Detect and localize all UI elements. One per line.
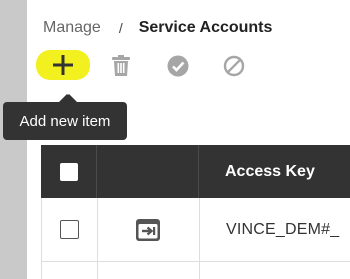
header-icon-cell [96,145,197,198]
breadcrumb-parent[interactable]: Manage [43,19,101,37]
add-item-tooltip: Add new item [3,102,127,140]
table-header: Access Key [41,145,350,198]
table-row[interactable]: VINCE_DEM#_ [41,198,350,262]
row-icon-cell [97,198,198,261]
row-select-cell [42,198,97,261]
trash-icon [112,55,130,76]
row-checkbox[interactable] [60,220,79,239]
row-access-key-cell: VINCE_DEM#_ [199,198,350,261]
service-account-icon[interactable] [135,218,161,242]
table-row[interactable] [41,262,350,279]
breadcrumb-separator: / [118,20,123,36]
tooltip-pointer [59,94,75,102]
check-circle-icon [167,55,189,77]
row-select-cell [42,262,97,279]
breadcrumb-current: Service Accounts [138,19,273,36]
add-button[interactable] [36,46,90,84]
delete-button[interactable] [104,48,138,84]
approve-button[interactable] [161,48,195,84]
row-icon-cell [97,262,198,279]
breadcrumb: Manage / Service Accounts [43,19,272,37]
disable-button[interactable] [217,48,251,84]
header-access-key-cell[interactable]: Access Key [198,145,350,198]
plus-icon [53,55,73,75]
access-key-value: VINCE_DEM#_ [226,220,340,238]
service-accounts-table: Access Key VINCE_DEM#_ [41,145,350,279]
access-key-column-header: Access Key [225,162,315,180]
select-all-checkbox[interactable] [59,162,78,181]
row-access-key-cell [199,262,350,279]
block-icon [223,55,245,77]
header-select-cell [41,145,96,198]
